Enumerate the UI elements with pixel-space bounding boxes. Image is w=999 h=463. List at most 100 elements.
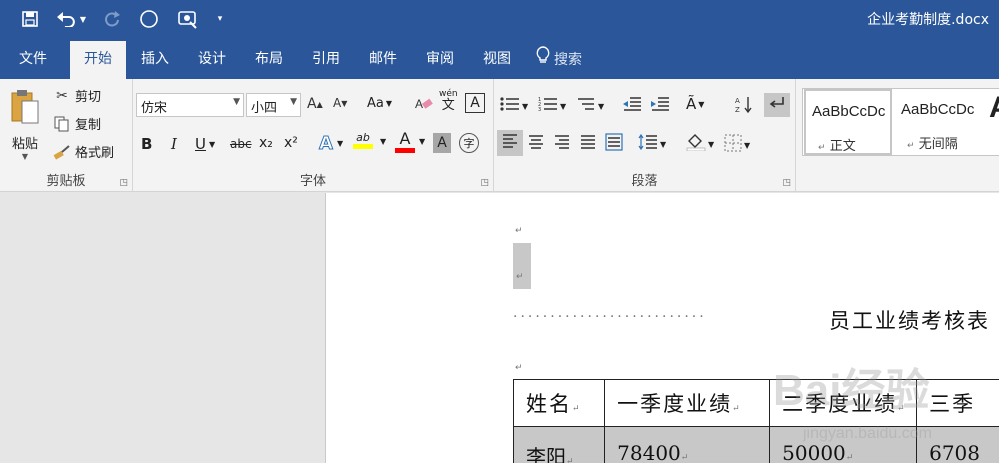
tab-insert[interactable]: 插入 [128,41,182,79]
subscript-button[interactable]: x₂ [259,135,273,151]
highlight-button[interactable]: ab [353,131,373,149]
sort-button[interactable]: AZ [734,95,754,119]
chevron-down-icon[interactable]: ▼ [419,137,425,146]
chevron-down-icon: ▼ [336,139,344,148]
chevron-down-icon: ▼ [21,152,29,161]
format-painter-button[interactable]: 格式刷 [52,142,114,161]
tab-layout[interactable]: 布局 [242,41,296,79]
character-shading-button[interactable]: A [433,133,451,153]
font-color-button[interactable]: A [395,129,415,153]
font-name-combo[interactable]: 仿宋 ▼ [136,93,244,117]
clipboard-group: 粘贴 ▼ ✂ 剪切 复制 格式刷 剪贴板 ◳ [0,79,133,192]
tab-review[interactable]: 审阅 [413,41,467,79]
show-marks-button[interactable] [764,93,790,117]
cut-button[interactable]: ✂ 剪切 [52,86,102,106]
distributed-icon [605,133,623,155]
tab-design[interactable]: 设计 [185,41,239,79]
paste-icon [8,87,42,131]
underline-button[interactable]: U ▼ [195,135,215,153]
increase-indent-icon [650,96,670,116]
multilevel-list-button[interactable]: ▼ [576,96,604,116]
watermark-text: Bai经验 [773,366,929,415]
dialog-launcher-icon[interactable]: ◳ [480,178,489,188]
line-spacing-button[interactable]: ▼ [638,133,666,154]
tab-view[interactable]: 视图 [470,41,524,79]
font-group-label: 字体 [299,174,326,189]
cut-label: 剪切 [75,90,102,105]
touch-mode-icon[interactable] [175,8,201,30]
paragraph-mark: ↵ [515,363,523,373]
copy-icon [52,116,72,132]
increase-indent-button[interactable] [650,96,670,116]
svg-text:3: 3 [538,107,541,112]
lightbulb-icon [536,42,550,78]
chevron-down-icon: ▼ [708,139,715,149]
style-normal-name: ↵ 正文 [818,139,856,154]
dialog-launcher-icon[interactable]: ◳ [782,178,791,188]
tab-file[interactable]: 文件 [6,41,60,79]
chevron-down-icon: ▼ [233,97,240,107]
distributed-button[interactable] [605,133,623,155]
clear-formatting-button[interactable]: A [414,95,434,117]
font-size-value: 小四 [251,101,278,116]
tab-mailings[interactable]: 邮件 [356,41,410,79]
grow-font-button[interactable]: A ▲ [307,96,323,112]
justify-button[interactable] [580,135,596,153]
numbering-button[interactable]: 123 ▼ [538,96,566,116]
ribbon-tabs: 文件 开始 插入 设计 布局 引用 邮件 审阅 视图 搜索 [0,38,999,79]
undo-icon[interactable]: ▼ [56,8,86,30]
bold-button[interactable]: B [141,135,152,153]
shading-button[interactable]: ▼ [686,133,714,155]
leader-dots: ·························· [513,309,707,325]
circle-icon[interactable] [137,8,161,30]
document-title: 企业考勤制度.docx [867,12,989,28]
chinese-layout-button[interactable]: Ã ▼ [686,95,704,113]
multilevel-list-icon [576,96,596,116]
table-cell[interactable]: 李阳↵ [513,426,606,463]
style-normal-sample: AaBbCcDc [812,103,886,120]
phonetic-guide-button[interactable]: wén 文 [439,90,458,113]
line-spacing-icon [638,133,658,154]
redo-icon[interactable] [100,8,124,30]
table-header-cell[interactable]: 姓名↵ [513,379,606,427]
align-right-button[interactable] [554,135,570,153]
font-name-value: 仿宋 [141,101,168,116]
tab-search[interactable]: 搜索 [536,41,596,79]
styles-gallery: AaBbCcDc ↵ 正文 AaBbCcDc ↵ 无间隔 A [802,88,999,156]
align-right-icon [554,135,570,153]
font-size-combo[interactable]: 小四 ▼ [246,93,301,117]
style-heading[interactable]: A [987,89,999,155]
change-case-button[interactable]: Aa ▼ [367,96,392,111]
document-heading: 员工业绩考核表 [829,309,990,333]
dialog-launcher-icon[interactable]: ◳ [119,178,128,188]
style-normal[interactable]: AaBbCcDc ↵ 正文 [804,89,892,155]
align-center-icon [528,135,544,153]
character-border-button[interactable]: A [465,93,485,113]
enclose-characters-button[interactable]: 字 [459,133,479,153]
italic-button[interactable]: I [171,135,177,153]
character-shading-label: A [437,135,447,151]
align-left-button[interactable] [497,130,523,156]
document-page[interactable]: ↵ ↵ ·························· 员工业绩考核表 ↵… [325,193,999,463]
table-cell[interactable]: 78400↵ [604,426,771,463]
chevron-down-icon: ▼ [744,140,751,150]
tab-home[interactable]: 开始 [70,41,126,79]
copy-button[interactable]: 复制 [52,114,101,133]
text-effects-button[interactable]: A ▼ [319,133,344,155]
style-no-spacing[interactable]: AaBbCcDc ↵ 无间隔 [895,89,983,155]
save-icon[interactable] [18,8,42,30]
chevron-down-icon[interactable]: ▼ [380,137,386,146]
decrease-indent-button[interactable] [622,96,642,116]
center-button[interactable] [528,135,544,153]
enclose-label: 字 [463,137,475,150]
table-header-cell[interactable]: 一季度业绩↵ [604,379,771,427]
borders-button[interactable]: ▼ [724,134,750,156]
customize-qat-icon[interactable]: ▾ [213,8,227,30]
highlight-color-bar [353,144,373,149]
superscript-button[interactable]: x² [284,135,298,151]
strikethrough-button[interactable]: abc [230,137,252,151]
tab-references[interactable]: 引用 [299,41,353,79]
bullets-button[interactable]: ▼ [500,96,528,116]
shrink-font-button[interactable]: A ▼ [333,96,347,110]
paste-button[interactable]: 粘贴 ▼ [6,87,44,165]
